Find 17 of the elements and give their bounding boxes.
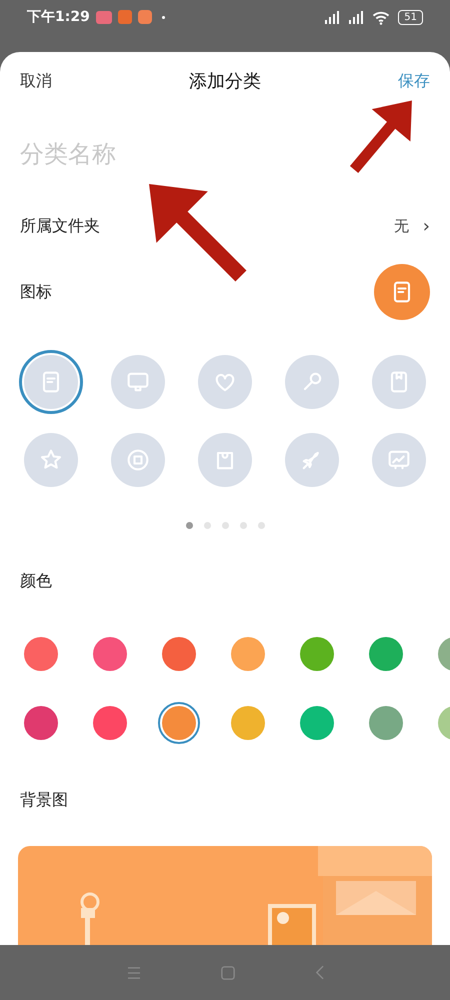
app-icon: [96, 10, 112, 24]
app-icon: [138, 10, 152, 24]
battery-icon: 51: [398, 10, 423, 24]
section-label: 颜色: [19, 570, 53, 592]
folder-row[interactable]: 所属文件夹 无 ›: [0, 206, 450, 246]
back-icon[interactable]: [314, 965, 324, 980]
icon-option[interactable]: [19, 350, 84, 414]
cancel-button[interactable]: 取消: [20, 69, 52, 93]
app-icon: [118, 10, 132, 24]
section-label: 背景图: [19, 789, 69, 811]
save-button[interactable]: 保存: [398, 69, 430, 93]
status-time: 下午1:29: [27, 8, 90, 26]
section-label: 图标: [20, 281, 52, 303]
menu-icon[interactable]: [126, 966, 140, 978]
sheet-title: 添加分类: [189, 70, 261, 94]
home-icon[interactable]: [220, 966, 234, 980]
wifi-icon: [371, 10, 392, 24]
